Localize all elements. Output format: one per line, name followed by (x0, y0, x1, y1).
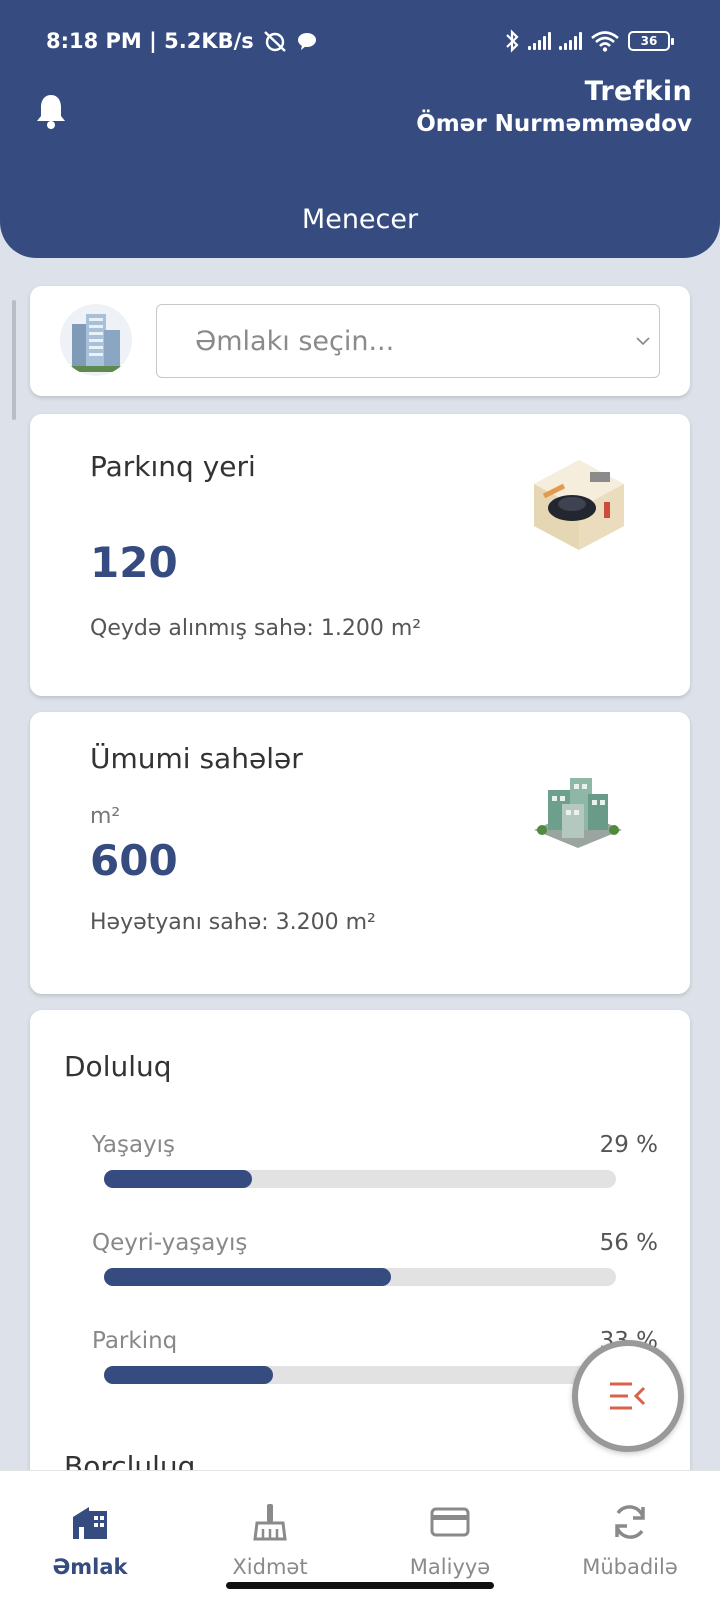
occupancy-progress-track (104, 1170, 616, 1188)
menu-fab-button[interactable] (572, 1340, 684, 1452)
common-areas-card[interactable]: Ümumi sahələr m² 600 Həyətyanı sahə: 3.2… (30, 712, 690, 994)
occupancy-progress-fill (104, 1366, 273, 1384)
user-name: Ömər Nurməmmədov (416, 111, 692, 137)
occupancy-progress-track (104, 1366, 616, 1384)
common-areas-title: Ümumi sahələr (90, 742, 303, 775)
occupancy-percent: 29 % (599, 1132, 658, 1158)
building-icon (73, 1507, 107, 1539)
property-select[interactable]: Əmlakı seçin... (156, 304, 660, 378)
parking-card[interactable]: Parkınq yeri 120 Qeydə alınmış sahə: 1.2… (30, 414, 690, 696)
building-image (60, 304, 132, 376)
status-bar: 8:18 PM | 5.2KB/s 36 (46, 24, 674, 58)
nav-item-mubadile[interactable]: Mübadilə (540, 1471, 720, 1600)
menu-collapse-icon (610, 1382, 646, 1410)
card-icon (430, 1507, 470, 1537)
occupancy-label: Parkinq (92, 1328, 178, 1354)
alarm-off-icon (263, 31, 286, 52)
occupancy-progress-fill (104, 1170, 253, 1188)
parking-garage-icon (534, 460, 624, 550)
nav-label: Maliyyə (409, 1555, 491, 1579)
property-select-placeholder: Əmlakı seçin... (195, 325, 395, 357)
occupancy-percent: 56 % (599, 1230, 658, 1256)
nav-item-xidmet[interactable]: Xidmət (180, 1471, 360, 1600)
notification-bell-icon[interactable] (34, 92, 68, 130)
occupancy-title: Doluluq (64, 1050, 172, 1083)
parking-value: 120 (90, 538, 178, 587)
chevron-down-icon (636, 337, 650, 346)
signal-icon (528, 32, 551, 50)
bottom-navigation: Əmlak Xidmət Maliyyə Mübadilə (0, 1470, 720, 1600)
common-areas-note: Həyətyanı sahə: 3.200 m² (90, 910, 376, 935)
user-role: Menecer (301, 204, 419, 235)
app-header: 8:18 PM | 5.2KB/s 36 Trefkin Ömər Nurməm… (0, 0, 720, 258)
nav-item-maliyye[interactable]: Maliyyə (360, 1471, 540, 1600)
nav-item-emlak[interactable]: Əmlak (0, 1471, 180, 1600)
occupancy-progress-fill (104, 1268, 391, 1286)
home-indicator (226, 1582, 494, 1589)
chat-bubble-icon (297, 33, 316, 50)
battery-icon: 36 (628, 31, 674, 51)
broom-icon (253, 1504, 287, 1541)
scroll-indicator (12, 300, 16, 420)
property-selector-card: Əmlakı seçin... (30, 286, 690, 396)
wifi-icon (591, 31, 619, 52)
occupancy-label: Yaşayış (92, 1132, 176, 1158)
signal-icon-2 (559, 32, 582, 50)
common-areas-value: 600 (90, 836, 178, 885)
bluetooth-icon (506, 29, 519, 53)
status-time: 8:18 PM | 5.2KB/s (46, 29, 254, 53)
parking-title: Parkınq yeri (90, 450, 256, 483)
company-name: Trefkin (584, 76, 692, 107)
user-info: Trefkin Ömər Nurməmmədov (416, 76, 692, 137)
nav-label: Mübadilə (582, 1555, 678, 1579)
parking-note: Qeydə alınmış sahə: 1.200 m² (90, 616, 422, 641)
exchange-icon (615, 1505, 645, 1539)
occupancy-label: Qeyri-yaşayış (92, 1230, 248, 1256)
occupancy-progress-track (104, 1268, 616, 1286)
nav-label: Əmlak (52, 1555, 128, 1579)
common-areas-unit: m² (90, 804, 121, 829)
buildings-block-icon (534, 778, 622, 848)
nav-label: Xidmət (232, 1555, 308, 1579)
